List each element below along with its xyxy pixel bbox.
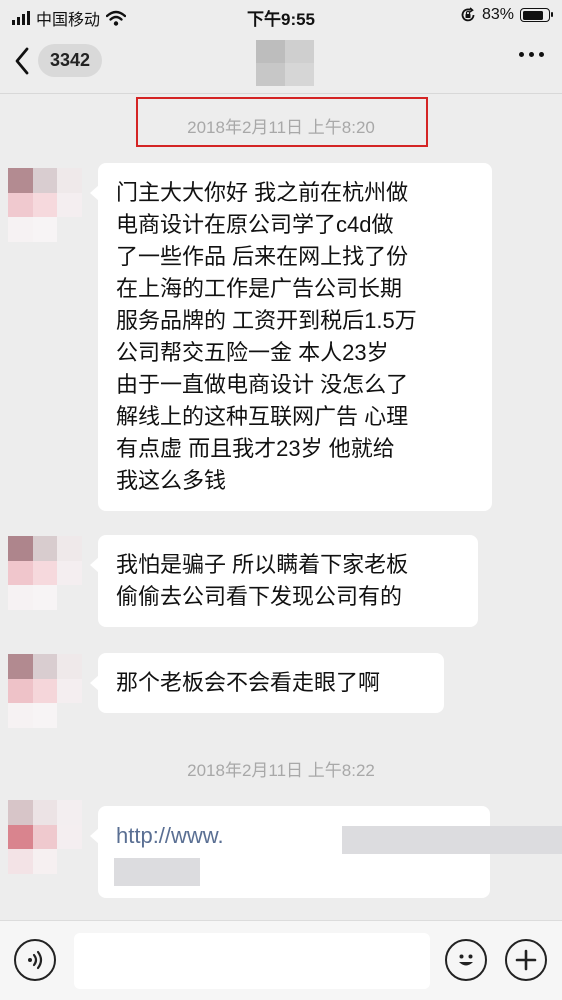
- url-redaction-blur: [342, 826, 562, 854]
- message-line: 偷偷去公司看下发现公司有的: [116, 584, 403, 609]
- message-bubble[interactable]: 门主大大你好 我之前在杭州做 电商设计在原公司学了c4d做 了一些作品 后来在网…: [90, 163, 492, 511]
- avatar[interactable]: [8, 800, 82, 874]
- chat-title-pixelated: [256, 40, 314, 86]
- emoji-icon[interactable]: [445, 939, 487, 981]
- status-bar: 中国移动 下午9:55 83%: [0, 0, 562, 32]
- message-line: 解线上的这种互联网广告 心理: [116, 404, 409, 429]
- timestamp: 2018年2月11日 上午8:20: [187, 118, 375, 137]
- timestamp: 2018年2月11日 上午8:22: [187, 761, 375, 780]
- battery-icon: [520, 8, 553, 22]
- voice-wave-glyph: [28, 950, 43, 970]
- orientation-lock-icon: [461, 7, 475, 22]
- message-line: 服务品牌的 工资开到税后1.5万: [116, 308, 417, 333]
- message-bubble[interactable]: 我怕是骗子 所以瞒着下家老板 偷偷去公司看下发现公司有的: [90, 535, 478, 627]
- message-line: 有点虚 而且我才23岁 他就给: [116, 436, 395, 461]
- message-line: 门主大大你好 我之前在杭州做: [116, 180, 409, 205]
- message-line: 了一些作品 后来在网上找了份: [116, 244, 409, 269]
- battery-percent: 83%: [481, 6, 514, 23]
- message-line: 公司帮交五险一金 本人23岁: [116, 340, 389, 365]
- more-icon[interactable]: [519, 52, 544, 57]
- message-bubble[interactable]: 那个老板会不会看走眼了啊: [90, 653, 444, 713]
- avatar[interactable]: [8, 654, 82, 728]
- message-line: 我这么多钱: [116, 468, 227, 493]
- avatar[interactable]: [8, 536, 82, 610]
- message-input[interactable]: [74, 933, 430, 989]
- link-message-bubble[interactable]: http://www.: [90, 806, 562, 898]
- avatar[interactable]: [8, 168, 82, 242]
- voice-icon[interactable]: [14, 939, 56, 981]
- nav-bar: 3342: [0, 32, 562, 94]
- add-icon[interactable]: [505, 939, 547, 981]
- back-button[interactable]: 3342: [14, 44, 103, 77]
- input-bar: [0, 920, 562, 1000]
- status-bar-right: 83%: [460, 6, 553, 24]
- message-line: 由于一直做电商设计 没怎么了: [116, 372, 409, 397]
- plus-glyph: [515, 949, 537, 971]
- smiley-glyph: [459, 954, 473, 966]
- url-redaction-blur: [114, 858, 200, 886]
- message-line: 电商设计在原公司学了c4d做: [116, 212, 394, 237]
- battery-fill: [522, 10, 544, 20]
- back-chevron-icon: [15, 47, 29, 74]
- unread-count-badge: 3342: [38, 44, 103, 77]
- message-line: 在上海的工作是广告公司长期: [116, 276, 403, 301]
- message-line: 那个老板会不会看走眼了啊: [116, 670, 381, 695]
- message-line: 我怕是骗子 所以瞒着下家老板: [116, 552, 409, 577]
